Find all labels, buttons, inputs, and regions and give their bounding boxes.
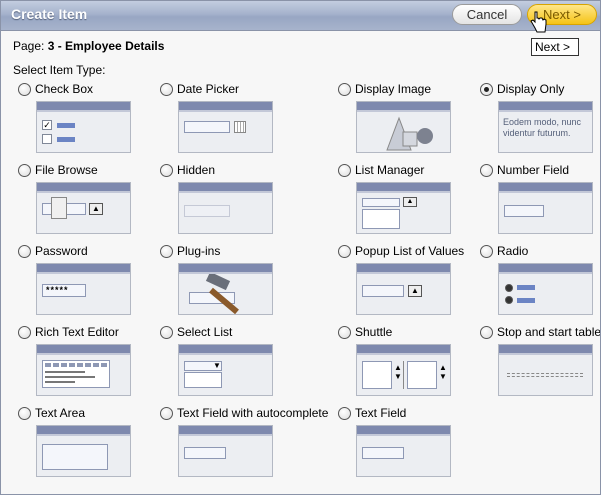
next-tooltip: Next > xyxy=(531,38,579,56)
password-sample: ***** xyxy=(42,284,86,297)
option-radio[interactable]: Radio xyxy=(475,244,600,324)
option-password[interactable]: Password ***** xyxy=(13,244,158,324)
create-item-dialog: Create Item Cancel Next > Next > Page: 3… xyxy=(0,0,601,495)
option-hidden[interactable]: Hidden xyxy=(155,163,300,243)
select-list-thumbnail: ▼ xyxy=(178,344,273,396)
radio-thumbnail xyxy=(498,263,593,315)
page-info: Page: 3 - Employee Details xyxy=(13,39,164,53)
option-label: Text Field xyxy=(355,406,407,420)
option-label: Plug-ins xyxy=(177,244,221,258)
stop-start-table-thumbnail xyxy=(498,344,593,396)
shapes-icon xyxy=(386,116,433,151)
display-only-thumbnail: Eodem modo, nunc videntur futurum. xyxy=(498,101,593,153)
option-label: Shuttle xyxy=(355,325,393,339)
option-label: Check Box xyxy=(35,82,94,96)
radio-button[interactable] xyxy=(480,245,493,258)
hammer-icon xyxy=(205,274,239,314)
calendar-icon xyxy=(234,121,246,133)
display-only-sample-text: Eodem modo, nunc videntur futurum. xyxy=(503,117,582,138)
text-area-thumbnail xyxy=(36,425,131,477)
radio-button[interactable] xyxy=(338,245,351,258)
option-label: Password xyxy=(35,244,88,258)
option-rich-text-editor[interactable]: Rich Text Editor xyxy=(13,325,158,405)
radio-button[interactable] xyxy=(338,407,351,420)
radio-button[interactable] xyxy=(338,164,351,177)
option-number-field[interactable]: Number Field xyxy=(475,163,600,243)
option-stop-and-start-table[interactable]: Stop and start table xyxy=(475,325,601,405)
option-select-list[interactable]: Select List ▼ xyxy=(155,325,300,405)
radio-button[interactable] xyxy=(480,326,493,339)
radio-button[interactable] xyxy=(480,164,493,177)
option-label: Number Field xyxy=(497,163,570,177)
radio-button[interactable] xyxy=(160,407,173,420)
radio-button-selected[interactable] xyxy=(480,83,493,96)
radio-button[interactable] xyxy=(18,326,31,339)
option-label: List Manager xyxy=(355,163,425,177)
check-box-thumbnail: ✓ xyxy=(36,101,131,153)
option-text-field-autocomplete[interactable]: Text Field with autocomplete xyxy=(155,406,328,486)
option-check-box[interactable]: Check Box ✓ xyxy=(13,82,158,162)
radio-button[interactable] xyxy=(160,164,173,177)
radio-button[interactable] xyxy=(18,83,31,96)
option-label: Rich Text Editor xyxy=(35,325,119,339)
title-bar: Create Item Cancel Next > xyxy=(1,1,600,31)
text-field-thumbnail xyxy=(356,425,451,477)
option-label: Radio xyxy=(497,244,529,258)
text-field-autocomplete-thumbnail xyxy=(178,425,273,477)
option-display-only[interactable]: Display Only Eodem modo, nunc videntur f… xyxy=(475,82,600,162)
file-browse-thumbnail: ▲ xyxy=(36,182,131,234)
option-list-manager[interactable]: List Manager ▲ xyxy=(333,163,478,243)
number-field-thumbnail xyxy=(498,182,593,234)
radio-button[interactable] xyxy=(338,326,351,339)
plug-ins-thumbnail xyxy=(178,263,273,315)
option-plug-ins[interactable]: Plug-ins xyxy=(155,244,300,324)
select-item-type-label: Select Item Type: xyxy=(13,63,106,77)
option-label: Hidden xyxy=(177,163,216,177)
page-value: 3 - Employee Details xyxy=(47,39,165,53)
shuttle-thumbnail: ▲ ▼ ▲ ▼ xyxy=(356,344,451,396)
rich-text-editor-thumbnail xyxy=(36,344,131,396)
cancel-button[interactable]: Cancel xyxy=(452,4,522,25)
radio-button[interactable] xyxy=(18,407,31,420)
hidden-thumbnail xyxy=(178,182,273,234)
password-thumbnail: ***** xyxy=(36,263,131,315)
option-label: Select List xyxy=(177,325,233,339)
option-label: Popup List of Values xyxy=(355,244,465,258)
page-label: Page: xyxy=(13,39,45,53)
option-label: Stop and start table xyxy=(497,325,601,339)
option-label: Text Area xyxy=(35,406,86,420)
option-popup-list-of-values[interactable]: Popup List of Values ▲ xyxy=(333,244,478,324)
radio-button[interactable] xyxy=(160,245,173,258)
popup-lov-thumbnail: ▲ xyxy=(356,263,451,315)
option-label: File Browse xyxy=(35,163,98,177)
option-text-area[interactable]: Text Area xyxy=(13,406,158,486)
option-label: Date Picker xyxy=(177,82,240,96)
option-file-browse[interactable]: File Browse ▲ xyxy=(13,163,158,243)
list-manager-thumbnail: ▲ xyxy=(356,182,451,234)
display-image-thumbnail xyxy=(356,101,451,153)
option-text-field[interactable]: Text Field xyxy=(333,406,478,486)
option-label: Text Field with autocomplete xyxy=(177,406,329,420)
radio-button[interactable] xyxy=(160,83,173,96)
radio-button[interactable] xyxy=(160,326,173,339)
option-label: Display Image xyxy=(355,82,432,96)
radio-button[interactable] xyxy=(18,164,31,177)
file-icon xyxy=(51,197,67,219)
radio-button[interactable] xyxy=(338,83,351,96)
option-date-picker[interactable]: Date Picker xyxy=(155,82,300,162)
option-shuttle[interactable]: Shuttle ▲ ▼ ▲ ▼ xyxy=(333,325,478,405)
dialog-title: Create Item xyxy=(11,6,88,22)
option-label: Display Only xyxy=(497,82,565,96)
date-picker-thumbnail xyxy=(178,101,273,153)
radio-button[interactable] xyxy=(18,245,31,258)
option-display-image[interactable]: Display Image xyxy=(333,82,478,162)
hand-cursor-icon xyxy=(530,11,547,33)
